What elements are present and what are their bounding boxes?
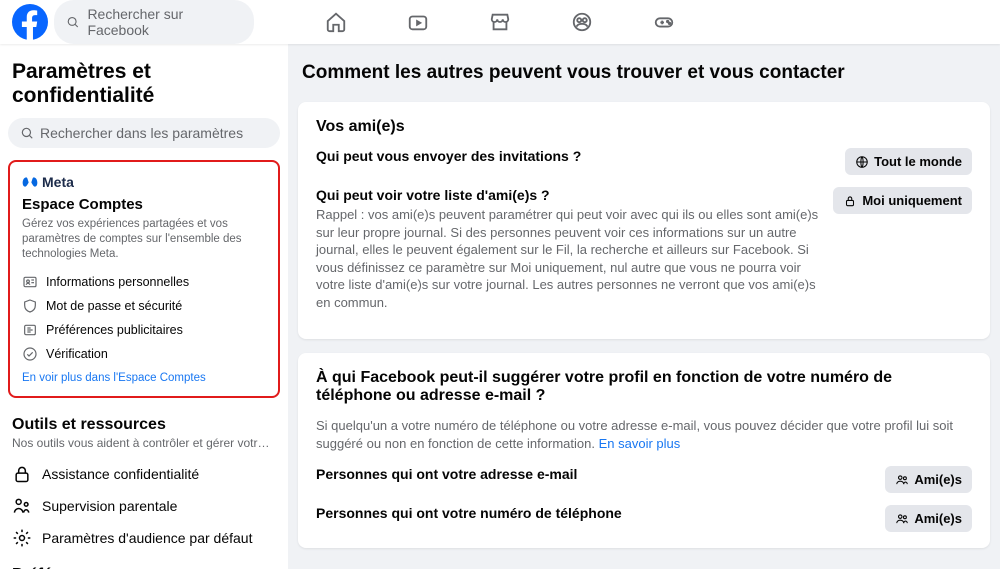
- content-area: Comment les autres peuvent vous trouver …: [288, 44, 1000, 569]
- friends-icon: [895, 473, 909, 487]
- meta-card-description: Gérez vos expériences partagées et vos p…: [22, 217, 266, 262]
- email-lookup-value: Ami(e)s: [914, 472, 962, 487]
- meta-item-label: Informations personnelles: [46, 275, 189, 289]
- tool-audience[interactable]: Paramètres d'audience par défaut: [8, 522, 280, 554]
- setting-invitations: Qui peut vous envoyer des invitations ? …: [316, 148, 972, 175]
- meta-brand-text: Meta: [42, 174, 74, 190]
- invitations-selector[interactable]: Tout le monde: [845, 148, 972, 175]
- megaphone-icon: [22, 322, 38, 338]
- meta-card-title: Espace Comptes: [22, 196, 266, 213]
- learn-more-link[interactable]: En savoir plus: [599, 436, 681, 451]
- meta-item-label: Mot de passe et sécurité: [46, 299, 182, 313]
- tool-label: Assistance confidentialité: [42, 466, 199, 482]
- meta-accounts-card: Meta Espace Comptes Gérez vos expérience…: [8, 160, 280, 398]
- meta-brand: Meta: [22, 174, 266, 190]
- search-icon: [20, 126, 34, 140]
- sidebar-search-input[interactable]: Rechercher dans les paramètres: [8, 118, 280, 148]
- meta-item-password[interactable]: Mot de passe et sécurité: [22, 294, 266, 318]
- home-icon[interactable]: [325, 11, 347, 33]
- main-area: Paramètres et confidentialité Rechercher…: [0, 44, 1000, 569]
- top-navigation: Rechercher sur Facebook: [0, 0, 1000, 44]
- setting-description: Rappel : vos ami(e)s peuvent paramétrer …: [316, 206, 821, 311]
- tool-parental[interactable]: Supervision parentale: [8, 490, 280, 522]
- tool-privacy-assist[interactable]: Assistance confidentialité: [8, 458, 280, 490]
- setting-phone-lookup: Personnes qui ont votre numéro de téléph…: [316, 505, 972, 532]
- meta-item-label: Vérification: [46, 347, 108, 361]
- phone-lookup-selector[interactable]: Ami(e)s: [885, 505, 972, 532]
- friends-icon: [895, 512, 909, 526]
- search-icon: [66, 15, 79, 29]
- lock-icon: [12, 464, 32, 484]
- sidebar-title: Paramètres et confidentialité: [12, 60, 276, 108]
- globe-icon: [855, 155, 869, 169]
- meta-item-label: Préférences publicitaires: [46, 323, 183, 337]
- tool-label: Supervision parentale: [42, 498, 177, 514]
- video-icon[interactable]: [407, 11, 429, 33]
- setting-label: Personnes qui ont votre adresse e-mail: [316, 466, 577, 482]
- global-search-placeholder: Rechercher sur Facebook: [87, 6, 242, 38]
- check-badge-icon: [22, 346, 38, 362]
- friends-card: Vos ami(e)s Qui peut vous envoyer des in…: [298, 102, 990, 339]
- meta-item-personal[interactable]: Informations personnelles: [22, 270, 266, 294]
- tools-heading: Outils et ressources: [12, 416, 276, 434]
- suggest-description: Si quelqu'un a votre numéro de téléphone…: [316, 417, 972, 452]
- sidebar-search-placeholder: Rechercher dans les paramètres: [40, 125, 243, 141]
- settings-sidebar: Paramètres et confidentialité Rechercher…: [0, 44, 288, 569]
- setting-email-lookup: Personnes qui ont votre adresse e-mail A…: [316, 466, 972, 493]
- groups-icon[interactable]: [571, 11, 593, 33]
- meta-see-more-link[interactable]: En voir plus dans l'Espace Comptes: [22, 372, 266, 384]
- tools-subheading: Nos outils vous aident à contrôler et gé…: [12, 436, 276, 450]
- gaming-icon[interactable]: [653, 11, 675, 33]
- friend-list-value: Moi uniquement: [862, 193, 962, 208]
- friend-list-selector[interactable]: Moi uniquement: [833, 187, 972, 214]
- friends-card-title: Vos ami(e)s: [316, 118, 972, 136]
- gear-icon: [12, 528, 32, 548]
- setting-label: Qui peut vous envoyer des invitations ?: [316, 148, 581, 164]
- meta-item-ads[interactable]: Préférences publicitaires: [22, 318, 266, 342]
- page-title: Comment les autres peuvent vous trouver …: [298, 62, 990, 84]
- setting-label: Qui peut voir votre liste d'ami(e)s ?: [316, 187, 821, 203]
- family-icon: [12, 496, 32, 516]
- global-search-input[interactable]: Rechercher sur Facebook: [54, 0, 254, 44]
- marketplace-icon[interactable]: [489, 11, 511, 33]
- id-card-icon: [22, 274, 38, 290]
- facebook-logo-icon[interactable]: [12, 4, 48, 40]
- setting-label: Personnes qui ont votre numéro de téléph…: [316, 505, 622, 521]
- shield-icon: [22, 298, 38, 314]
- meta-logo-icon: [22, 174, 38, 190]
- suggest-card: À qui Facebook peut-il suggérer votre pr…: [298, 353, 990, 548]
- phone-lookup-value: Ami(e)s: [914, 511, 962, 526]
- email-lookup-selector[interactable]: Ami(e)s: [885, 466, 972, 493]
- meta-item-verify[interactable]: Vérification: [22, 342, 266, 366]
- invitations-value: Tout le monde: [874, 154, 962, 169]
- lock-icon: [843, 194, 857, 208]
- top-nav-tabs: [325, 11, 675, 33]
- setting-friend-list: Qui peut voir votre liste d'ami(e)s ? Ra…: [316, 187, 972, 311]
- tool-label: Paramètres d'audience par défaut: [42, 530, 252, 546]
- suggest-card-title: À qui Facebook peut-il suggérer votre pr…: [316, 369, 972, 405]
